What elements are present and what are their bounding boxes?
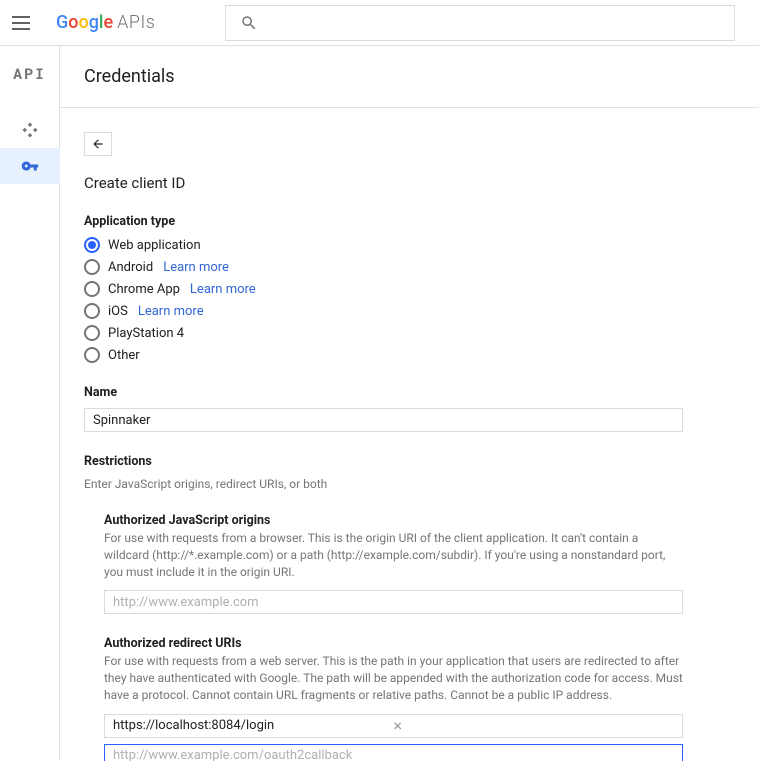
remove-uri-icon[interactable]: ×: [392, 716, 675, 735]
redirect-uris-input[interactable]: [104, 744, 683, 761]
name-input[interactable]: [84, 408, 683, 432]
restrictions-label: Restrictions: [84, 454, 735, 469]
learn-more-link[interactable]: Learn more: [138, 304, 204, 319]
radio-label: iOS: [108, 304, 128, 319]
restrictions-help: Enter JavaScript origins, redirect URIs,…: [84, 477, 735, 491]
google-apis-logo[interactable]: Google APIs: [56, 12, 155, 33]
redirect-uri-value: https://localhost:8084/login: [113, 718, 392, 733]
radio-option[interactable]: Other: [84, 347, 735, 363]
learn-more-link[interactable]: Learn more: [163, 260, 229, 275]
search-icon: [240, 14, 258, 32]
back-button[interactable]: [84, 132, 112, 156]
search-input[interactable]: [268, 15, 720, 30]
hamburger-menu-icon[interactable]: [12, 11, 36, 35]
js-origins-section: Authorized JavaScript origins For use wi…: [104, 513, 683, 614]
js-origins-label: Authorized JavaScript origins: [104, 513, 683, 528]
redirect-uri-entry[interactable]: https://localhost:8084/login×: [104, 714, 683, 738]
sidebar-item-dashboard[interactable]: [0, 112, 60, 148]
top-bar: Google APIs: [0, 0, 759, 46]
sidebar: API: [0, 46, 60, 761]
page-title: Credentials: [60, 46, 759, 108]
radio-icon: [84, 259, 100, 275]
radio-option[interactable]: Chrome App Learn more: [84, 281, 735, 297]
app-type-label: Application type: [84, 214, 735, 229]
js-origins-input[interactable]: [104, 590, 683, 614]
radio-option[interactable]: Web application: [84, 237, 735, 253]
radio-option[interactable]: iOS Learn more: [84, 303, 735, 319]
search-box[interactable]: [225, 5, 735, 41]
radio-option[interactable]: Android Learn more: [84, 259, 735, 275]
radio-label: Web application: [108, 238, 201, 253]
radio-label: Android: [108, 260, 153, 275]
radio-label: Chrome App: [108, 282, 180, 297]
back-arrow-icon: [90, 137, 106, 151]
app-type-radio-group: Web applicationAndroidLearn moreChrome A…: [84, 237, 735, 363]
section-title: Create client ID: [84, 174, 735, 192]
radio-icon: [84, 303, 100, 319]
radio-label: PlayStation 4: [108, 326, 184, 341]
radio-icon: [84, 281, 100, 297]
sidebar-item-credentials[interactable]: [0, 148, 60, 184]
radio-label: Other: [108, 348, 140, 363]
redirect-uris-desc: For use with requests from a web server.…: [104, 653, 683, 703]
learn-more-link[interactable]: Learn more: [190, 282, 256, 297]
name-label: Name: [84, 385, 735, 400]
redirect-uris-section: Authorized redirect URIs For use with re…: [104, 636, 683, 761]
key-icon: [21, 157, 39, 175]
radio-icon: [84, 237, 100, 253]
radio-option[interactable]: PlayStation 4: [84, 325, 735, 341]
main-content: Credentials Create client ID Application…: [60, 46, 759, 761]
redirect-uris-label: Authorized redirect URIs: [104, 636, 683, 651]
js-origins-desc: For use with requests from a browser. Th…: [104, 530, 683, 580]
sidebar-api-label: API: [13, 64, 46, 84]
radio-icon: [84, 347, 100, 363]
radio-icon: [84, 325, 100, 341]
diamond-icon: [21, 121, 39, 139]
